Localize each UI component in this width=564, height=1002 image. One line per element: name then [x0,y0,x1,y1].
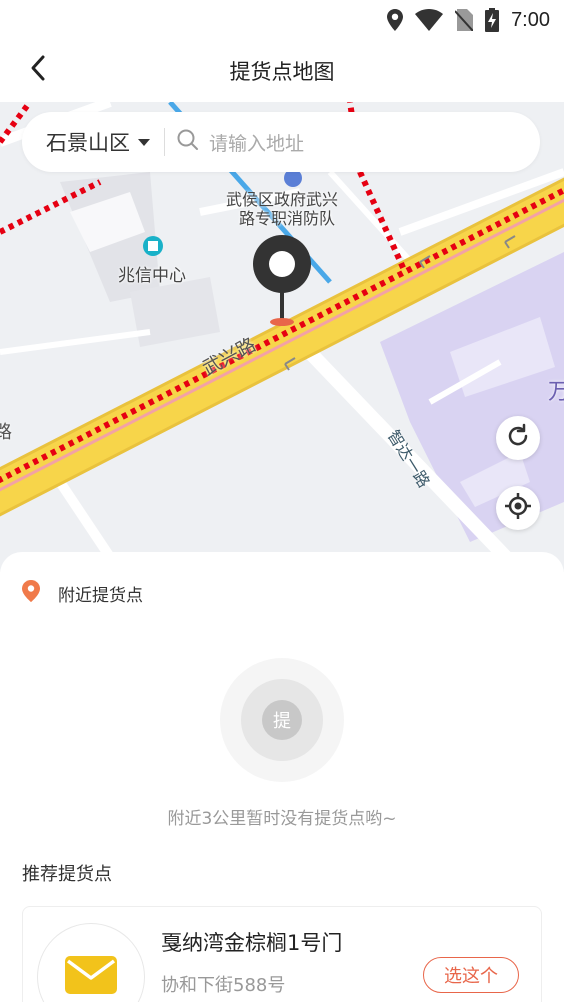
no-sim-icon [455,9,474,31]
title-bar: 提货点地图 [0,40,564,102]
pickup-point-address: 协和下街588号 [161,975,286,996]
search-icon [177,129,199,155]
caret-down-icon [138,138,150,146]
poi-building-label: 兆信中心 [118,266,186,286]
nearby-title: 附近提货点 [58,585,143,606]
pickup-badge-icon: 提 [262,700,302,740]
location-pin-small-icon [22,580,40,606]
battery-charging-icon [485,8,500,32]
search-bar: 石景山区 请输入地址 [22,112,540,172]
bottom-sheet: 附近提货点 提 附近3公里暂时没有提货点哟~ 推荐提货点 戛纳湾金棕榈1号门 协… [0,552,564,1002]
location-icon [387,9,404,31]
select-pickup-button[interactable]: 选这个 [423,957,519,993]
page-title: 提货点地图 [229,60,335,84]
refresh-icon [505,423,531,453]
chevron-left-icon [28,54,48,86]
wifi-icon [415,9,444,31]
status-bar: 7:00 [0,0,564,40]
poi-fire-line2: 路专职消防队 [239,209,336,229]
empty-state-message: 附近3公里暂时没有提货点哟~ [167,809,397,829]
refresh-button[interactable] [496,416,540,460]
empty-state-graphic: 提 [220,658,344,782]
poi-fire-station-label: 武侯区政府武兴 路专职消防队 [226,190,338,228]
pickup-point-name: 戛纳湾金棕榈1号门 [161,931,343,955]
status-time: 7:00 [511,8,550,31]
nearby-header: 附近提货点 [22,580,143,606]
locate-button[interactable] [496,486,540,530]
empty-state-inner: 提 [241,679,323,761]
location-pin-icon [252,234,312,330]
envelope-icon [65,956,117,998]
edge-label-left: 路 [0,422,12,443]
recommend-title: 推荐提货点 [22,864,112,885]
back-button[interactable] [20,52,56,88]
pickup-point-card[interactable]: 戛纳湾金棕榈1号门 协和下街588号 选这个 [22,906,542,1002]
district-label: 石景山区 [46,131,130,155]
poi-fire-line1: 武侯区政府武兴 [226,190,339,209]
store-logo [37,923,145,1002]
map-view[interactable]: 石景山区 请输入地址 武侯区政府武兴 路专职消防队 兆信中心 武兴路 智达一路 … [0,102,564,572]
search-input[interactable]: 请输入地址 [165,112,540,172]
edge-label-right: 万 [548,380,564,405]
district-select[interactable]: 石景山区 [22,112,164,172]
search-placeholder: 请输入地址 [209,132,305,155]
locate-icon [504,492,532,524]
map-canvas [0,102,564,572]
